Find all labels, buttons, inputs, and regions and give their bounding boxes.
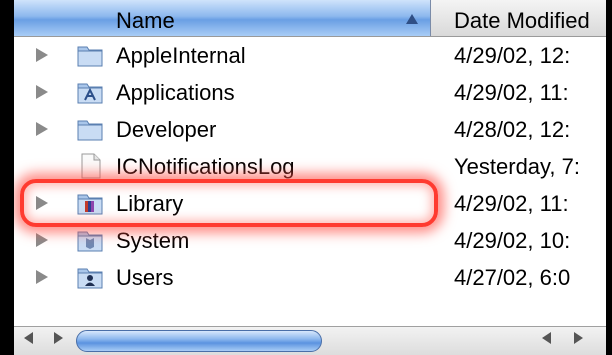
document-icon	[81, 153, 101, 179]
file-date: 4/27/02, 6:0	[454, 265, 571, 290]
file-date: 4/28/02, 12:	[454, 117, 571, 142]
file-name: System	[116, 228, 190, 253]
folder-icon	[77, 46, 103, 67]
date-modified-column-header[interactable]: Date Modified	[454, 8, 590, 34]
folder-icon	[77, 120, 103, 141]
applications-folder-icon	[77, 83, 103, 104]
scroll-left-icon[interactable]	[24, 332, 33, 344]
sort-ascending-icon	[406, 14, 418, 24]
disclosure-triangle-icon[interactable]	[36, 233, 48, 247]
file-name: Applications	[116, 80, 235, 105]
disclosure-triangle-icon[interactable]	[36, 122, 48, 136]
highlight-annotation	[20, 179, 438, 227]
users-folder-icon	[77, 268, 103, 289]
scroll-right-icon[interactable]	[574, 332, 583, 344]
file-row-appleinternal[interactable]: AppleInternal 4/29/02, 12:	[14, 37, 606, 74]
file-name: AppleInternal	[116, 43, 246, 68]
file-row-users[interactable]: Users 4/27/02, 6:0	[14, 259, 606, 296]
scroll-right-icon[interactable]	[54, 332, 63, 344]
file-row-applications[interactable]: Applications 4/29/02, 11:	[14, 74, 606, 111]
file-date: 4/29/02, 12:	[454, 43, 571, 68]
finder-list-view: Name Date Modified AppleInternal 4/29/02…	[14, 0, 606, 355]
name-column-label: Name	[116, 8, 175, 33]
file-list: AppleInternal 4/29/02, 12: Applications …	[14, 37, 606, 296]
file-row-developer[interactable]: Developer 4/28/02, 12:	[14, 111, 606, 148]
column-header-bar: Name Date Modified	[14, 0, 606, 37]
file-name: ICNotificationsLog	[116, 154, 295, 179]
file-row-system[interactable]: System 4/29/02, 10:	[14, 222, 606, 259]
disclosure-triangle-icon[interactable]	[36, 85, 48, 99]
disclosure-triangle-icon[interactable]	[36, 270, 48, 284]
disclosure-triangle-icon[interactable]	[36, 48, 48, 62]
file-name: Users	[116, 265, 174, 290]
file-name: Developer	[116, 117, 217, 142]
horizontal-scrollbar[interactable]	[14, 326, 606, 355]
scrollbar-thumb[interactable]	[76, 330, 322, 352]
file-date: Yesterday, 7:	[454, 154, 580, 179]
file-date: 4/29/02, 11:	[454, 80, 569, 105]
scroll-left-icon[interactable]	[542, 332, 551, 344]
file-date: 4/29/02, 11:	[454, 191, 569, 216]
system-folder-icon	[77, 231, 103, 252]
name-column-header[interactable]: Name	[14, 0, 431, 36]
file-date: 4/29/02, 10:	[454, 228, 571, 253]
